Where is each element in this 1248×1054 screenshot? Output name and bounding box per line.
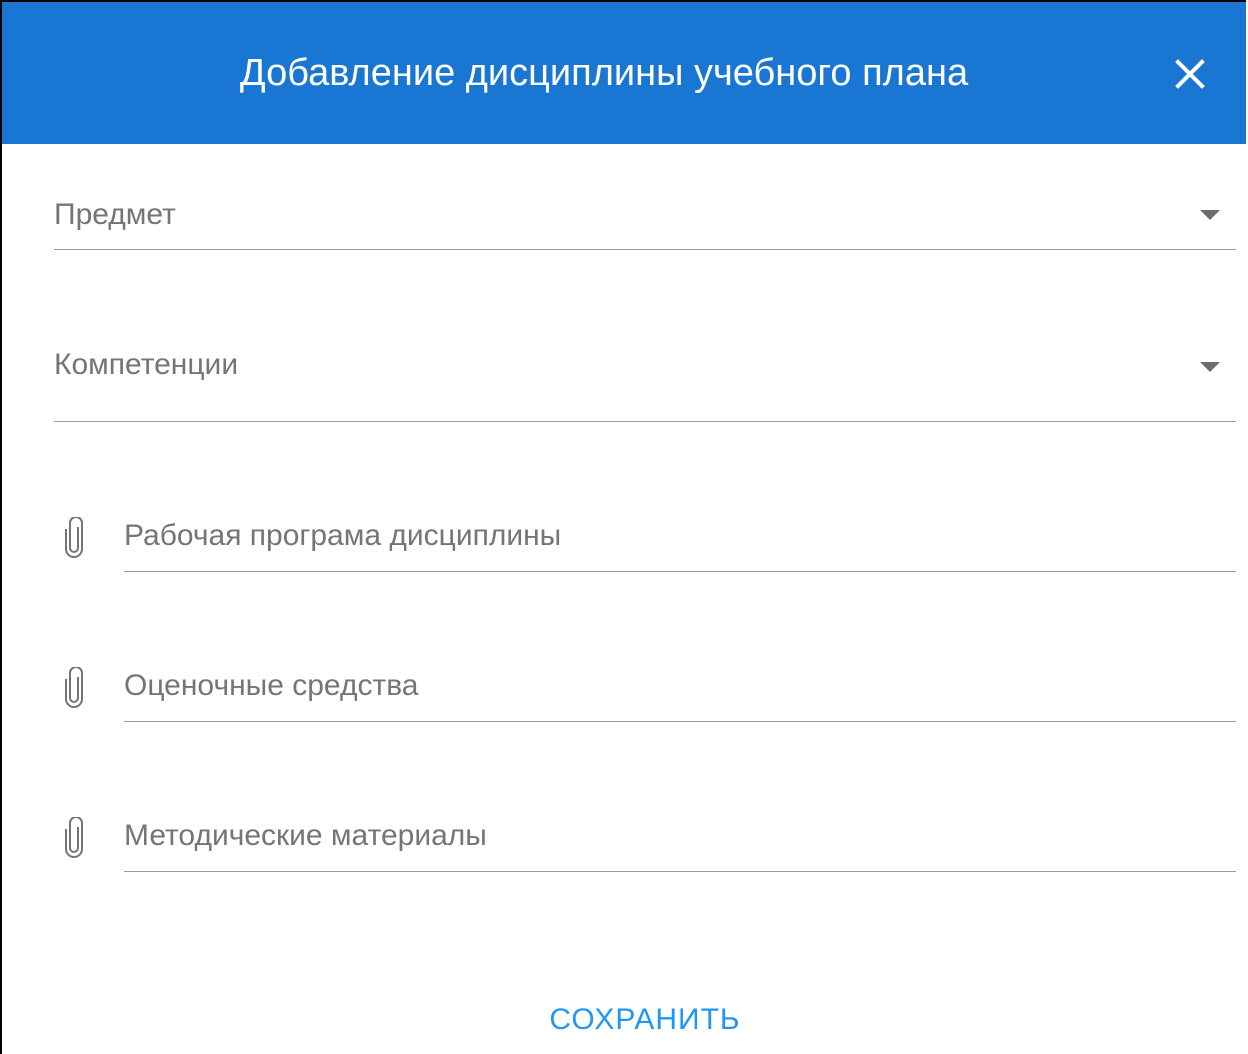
paperclip-icon [65,517,83,558]
save-button[interactable]: СОХРАНИТЬ [522,992,768,1046]
methodical-underline [124,871,1236,872]
subject-label: Предмет [54,198,176,231]
paperclip-icon [65,667,83,708]
close-button[interactable] [1170,54,1210,94]
close-icon [1175,59,1205,89]
assessment-underline [124,721,1236,722]
add-discipline-dialog: Добавление дисциплины учебного плана Пре… [0,0,1246,1054]
subject-underline [54,249,1236,250]
paperclip-icon [65,817,83,858]
work-program-label: Рабочая програма дисциплины [124,519,562,552]
dialog-header: Добавление дисциплины учебного плана [2,2,1246,144]
chevron-down-icon [1200,362,1220,372]
chevron-down-icon [1200,210,1220,220]
competencies-underline [54,421,1236,422]
competencies-label: Компетенции [54,348,239,381]
assessment-file-input[interactable]: Оценочные средства [54,667,1236,727]
assessment-label: Оценочные средства [124,669,419,702]
competencies-select[interactable]: Компетенции [54,332,1236,424]
work-program-file-input[interactable]: Рабочая програма дисциплины [54,517,1236,577]
methodical-file-input[interactable]: Методические материалы [54,817,1236,877]
subject-select[interactable]: Предмет [54,182,1236,252]
work-program-underline [124,571,1236,572]
methodical-label: Методические материалы [124,819,487,852]
dialog-title: Добавление дисциплины учебного плана [239,52,969,94]
